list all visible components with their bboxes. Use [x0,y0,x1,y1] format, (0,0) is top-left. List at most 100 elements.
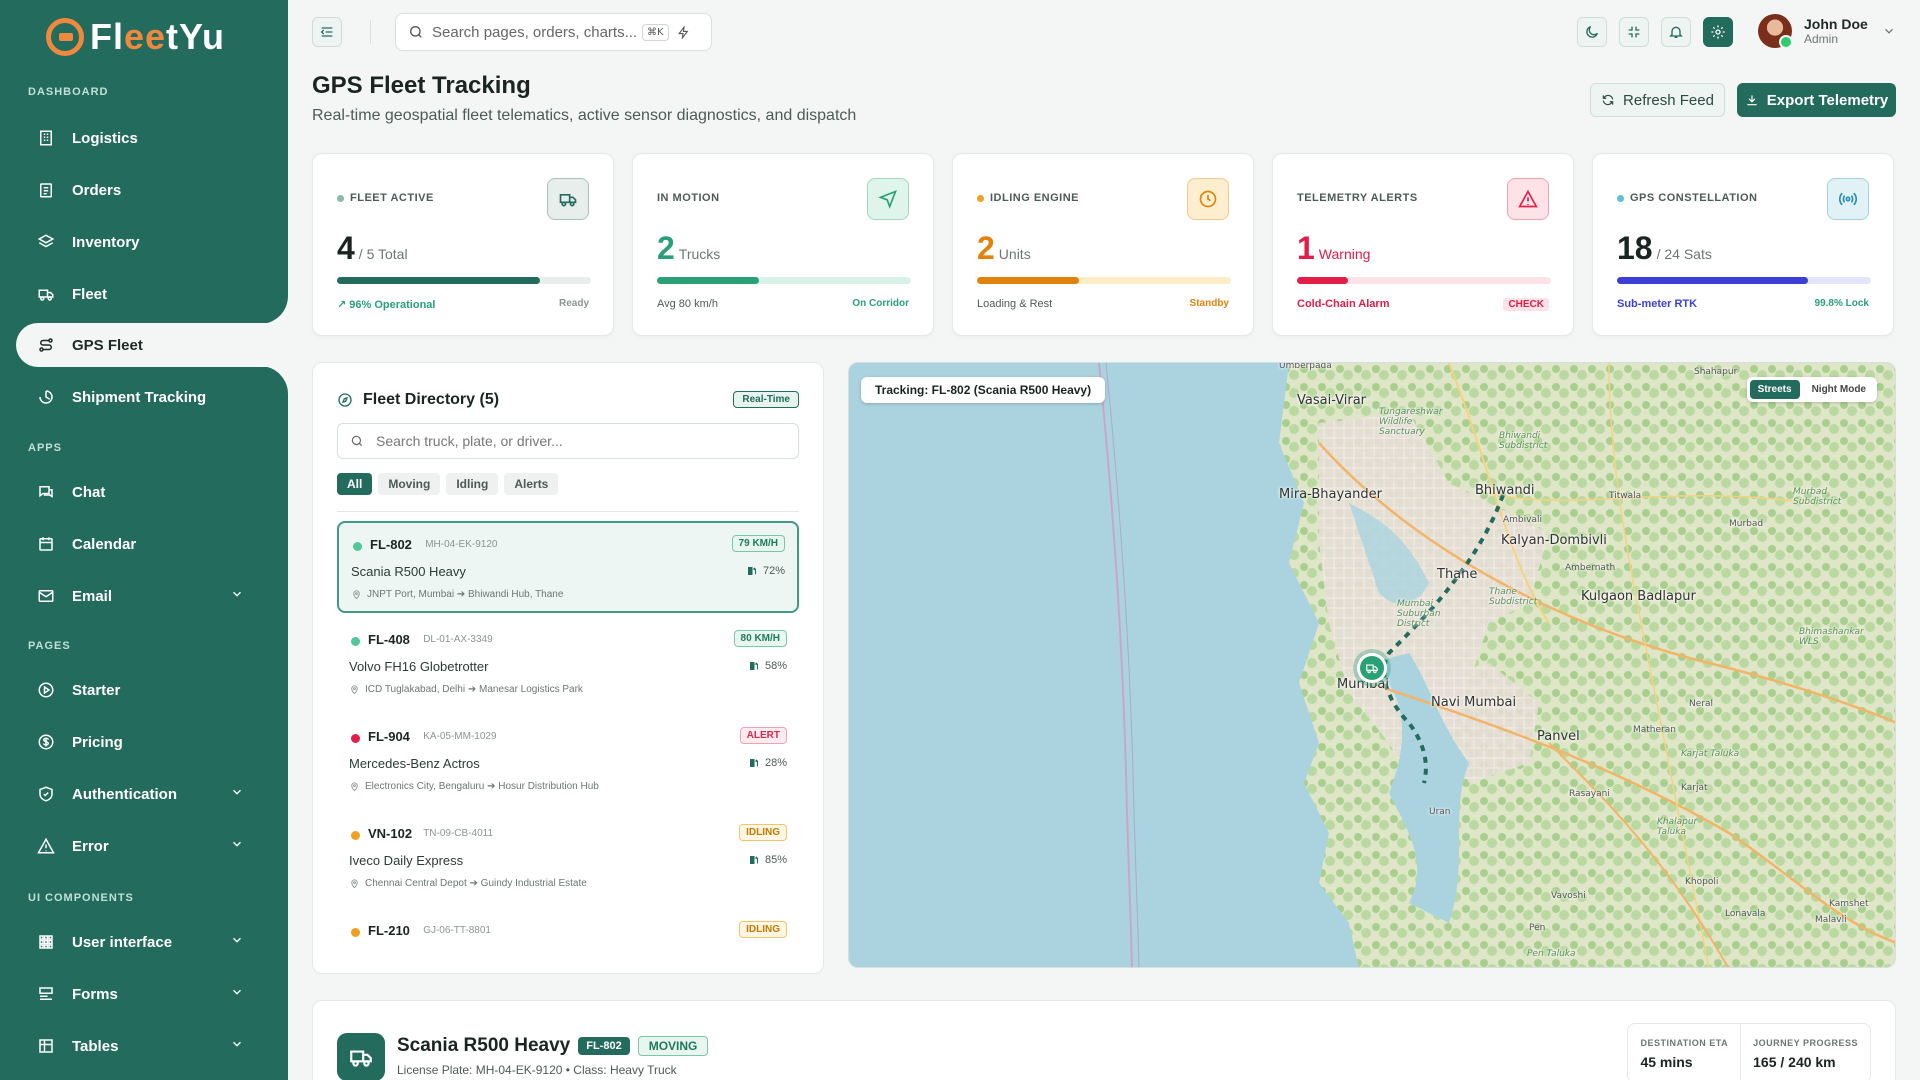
vehicle-id-chip: FL-802 [578,1037,630,1055]
brand-logo[interactable]: FleetYu [46,16,225,58]
search-icon [351,435,363,447]
vehicle-status-badge: IDLING [739,921,787,938]
mail-icon [36,586,56,606]
map-pin-icon [351,879,358,889]
fuel-icon [749,759,758,767]
fuel-level: 28% [748,757,787,769]
user-role: Admin [1804,32,1839,46]
table-icon [36,1036,56,1056]
map-mode-switch: Streets Night Mode [1746,377,1877,402]
map-mode-streets[interactable]: Streets [1749,380,1800,399]
map-label: Murbad Subdistrict [1793,487,1842,507]
compass-icon [338,393,352,407]
map-mode-night[interactable]: Night Mode [1804,380,1874,399]
filter-moving[interactable]: Moving [378,473,441,495]
sidebar-item-user-interface[interactable]: User interface [16,920,272,964]
sidebar-item-pricing[interactable]: Pricing [16,720,272,764]
global-search-input[interactable] [432,23,642,41]
map-label: Uran [1429,807,1451,817]
directory-search[interactable] [337,423,799,459]
sidebar-item-label: Forms [72,985,118,1003]
theme-toggle-button[interactable] [1577,17,1607,47]
shipment-icon [36,387,56,407]
vehicle-model: Iveco Daily Express [349,853,464,868]
settings-button[interactable] [1703,17,1733,47]
warning-icon [36,836,56,856]
sidebar-item-calendar[interactable]: Calendar [16,522,272,566]
fleet-directory-title: Fleet Directory (5) [337,391,499,409]
stat-progress-bar [657,277,911,284]
map-label: Neral [1689,699,1713,709]
dollar-icon [36,732,56,752]
sidebar-item-logistics[interactable]: Logistics [16,116,272,160]
vehicle-status-badge: IDLING [739,824,787,841]
sidebar-item-orders[interactable]: Orders [16,168,272,212]
form-icon [36,984,56,1004]
fleet-row-vn-102[interactable]: VN-102 TN-09-CB-4011 IDLING Iveco Daily Exp… [337,812,799,904]
refresh-feed-button[interactable]: Refresh Feed [1590,83,1725,117]
vehicle-status-badge: 79 KM/H [731,535,785,552]
stat-progress-fill [977,277,1079,284]
map-label: Khalapur Taluka [1657,817,1698,837]
sidebar-item-inventory[interactable]: Inventory [16,220,272,264]
map-tracking-label: Tracking: FL-802 (Scania R500 Heavy) [861,377,1106,403]
map-label: Vavoshi [1551,891,1586,901]
filter-alerts[interactable]: Alerts [504,473,559,495]
sidebar-item-email[interactable]: Email [16,574,272,618]
stat-progress-fill [1297,277,1348,284]
clock-icon [1187,178,1229,220]
journey-stats: DESTINATION ETA 45 mins JOURNEY PROGRESS… [1627,1023,1871,1080]
sidebar-item-chat[interactable]: Chat [16,470,272,514]
map-label: Karjat [1681,783,1708,793]
fleet-row-fl-210[interactable]: FL-210 GJ-06-TT-8801 IDLING [337,909,799,949]
status-dot [351,831,360,840]
vehicle-model: Mercedes-Benz Actros [349,756,480,771]
download-icon [1747,95,1757,106]
sidebar-section-dashboard: DASHBOARD [28,86,109,98]
sidebar-item-error[interactable]: Error [16,824,272,868]
map-label: Bhiwandi Subdistrict [1499,431,1548,451]
vehicle-plate: GJ-06-TT-8801 [423,925,491,936]
stat-label: IDLING ENGINE [977,192,1079,204]
sidebar-item-label: Starter [72,681,121,699]
filter-all[interactable]: All [337,473,373,495]
sidebar-item-label: Error [72,837,109,855]
fleet-row-fl-408[interactable]: FL-408 DL-01-AX-3349 80 KM/H Volvo FH16 Glo… [337,618,799,710]
directory-search-input[interactable] [376,433,776,449]
status-dot [351,734,360,743]
map-label: Ambernath [1565,563,1616,573]
fleet-map[interactable]: Tracking: FL-802 (Scania R500 Heavy) Str… [848,362,1896,968]
sidebar-section-pages: PAGES [28,640,71,652]
stat-footnote: Avg 80 km/h [657,298,718,310]
filter-idling[interactable]: Idling [446,473,499,495]
stat-label: TELEMETRY ALERTS [1297,192,1418,204]
global-search[interactable]: ⌘K [395,13,712,51]
sidebar-item-fleet[interactable]: Fleet [16,272,272,316]
sidebar-item-forms[interactable]: Forms [16,972,272,1016]
sidebar-toggle-button[interactable] [312,17,342,47]
export-telemetry-button[interactable]: Export Telemetry [1737,83,1896,117]
user-menu[interactable]: John Doe Admin [1758,14,1896,49]
sidebar-item-shipment-tracking[interactable]: Shipment Tracking [16,375,272,419]
notifications-button[interactable] [1661,17,1691,47]
sidebar-item-starter[interactable]: Starter [16,668,272,712]
minimize-icon [1628,26,1640,38]
fuel-level: 85% [748,854,787,866]
chevron-down-icon [230,785,248,803]
sidebar-item-gps-fleet[interactable]: GPS Fleet [16,323,288,367]
vehicle-id: FL-802 [370,537,412,552]
chevron-down-icon [230,933,248,951]
truck-icon [350,1050,372,1067]
fullscreen-button[interactable] [1619,17,1649,47]
vehicle-marker[interactable] [1357,653,1387,683]
sidebar-item-tables[interactable]: Tables [16,1024,272,1068]
stat-progress-fill [657,277,759,284]
map-label: Karjat Taluka [1681,749,1740,759]
stat-status: On Corridor [852,298,909,309]
fleet-row-fl-904[interactable]: FL-904 KA-05-MM-1029 ALERT Mercedes-Benz Ac… [337,715,799,807]
sidebar-item-label: Fleet [72,285,108,303]
sidebar-item-authentication[interactable]: Authentication [16,772,272,816]
vehicle-meta: License Plate: MH-04-EK-9120 • Class: He… [397,1063,677,1077]
fuel-icon [747,567,756,575]
fleet-row-fl-802[interactable]: FL-802 MH-04-EK-9120 79 KM/H Scania R500 He… [337,521,799,613]
